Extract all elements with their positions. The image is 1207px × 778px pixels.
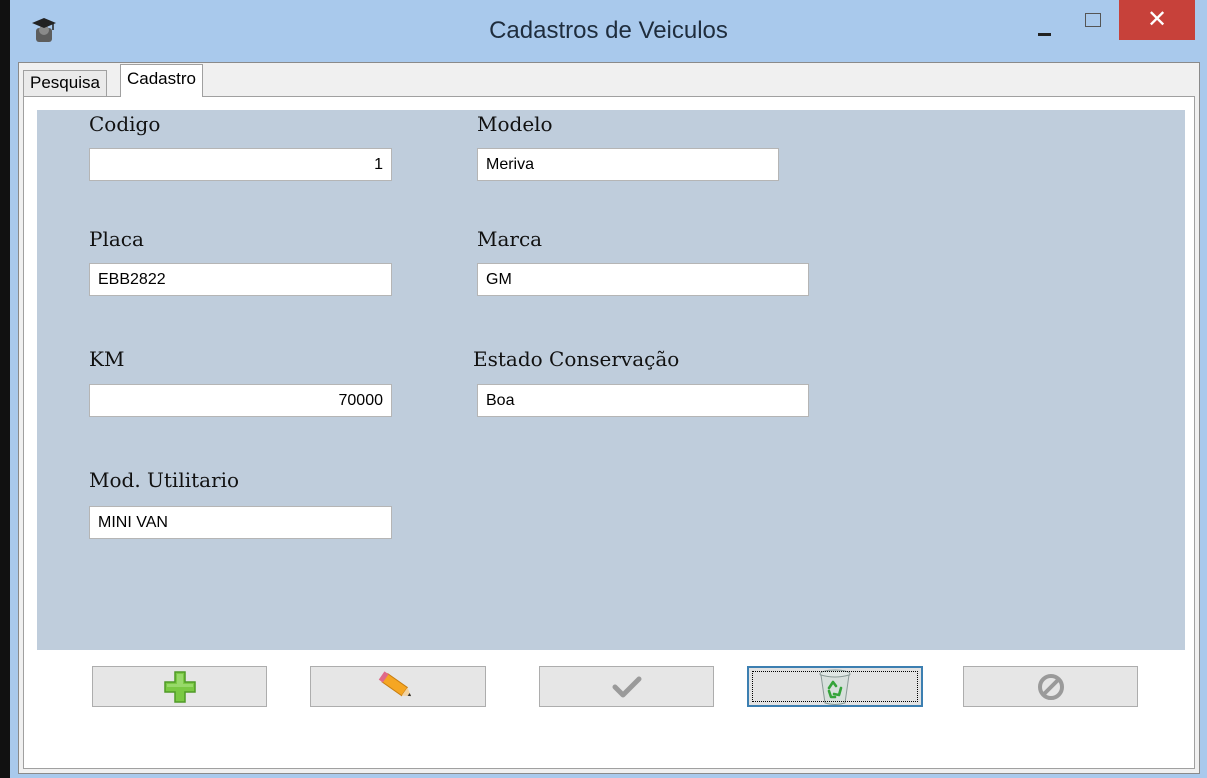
left-window-edge — [0, 0, 10, 778]
close-icon: ✕ — [1146, 6, 1168, 33]
tab-pesquisa[interactable]: Pesquisa — [23, 70, 107, 96]
modelo-field[interactable]: Meriva — [477, 148, 779, 181]
check-icon — [612, 676, 641, 697]
modelo-label: Modelo — [477, 112, 553, 136]
placa-label: Placa — [89, 227, 144, 251]
estado-conservacao-label: Estado Conservação — [473, 347, 680, 371]
placa-field[interactable]: EBB2822 — [89, 263, 392, 296]
vehicle-form: Codigo 1 Modelo Meriva Placa EBB2822 Mar… — [37, 110, 1185, 650]
plus-icon — [163, 670, 196, 703]
delete-button[interactable] — [747, 666, 923, 707]
save-button[interactable] — [539, 666, 714, 707]
window-title: Cadastros de Veiculos — [489, 17, 728, 44]
codigo-field[interactable]: 1 — [89, 148, 392, 181]
codigo-label: Codigo — [89, 112, 161, 136]
marca-field[interactable]: GM — [477, 263, 809, 296]
cancel-button[interactable] — [963, 666, 1138, 707]
mod-utilitario-label: Mod. Utilitario — [89, 468, 240, 492]
minimize-button[interactable] — [1035, 22, 1055, 36]
app-window: Cadastros de Veiculos ✕ Pesquisa Cadastr… — [10, 0, 1207, 778]
estado-conservacao-field[interactable]: Boa — [477, 384, 809, 417]
recycle-bin-icon — [819, 669, 851, 705]
km-field[interactable]: 70000 — [89, 384, 392, 417]
marca-label: Marca — [477, 227, 543, 251]
edit-button[interactable] — [310, 666, 486, 707]
add-button[interactable] — [92, 666, 267, 707]
mod-utilitario-field[interactable]: MINI VAN — [89, 506, 392, 539]
close-button[interactable]: ✕ — [1119, 0, 1195, 40]
km-label: KM — [89, 347, 125, 371]
title-bar[interactable]: Cadastros de Veiculos ✕ — [10, 0, 1207, 62]
maximize-button[interactable] — [1085, 13, 1101, 27]
cancel-icon — [1037, 673, 1064, 700]
pencil-icon — [378, 670, 412, 696]
tab-cadastro[interactable]: Cadastro — [120, 64, 203, 97]
